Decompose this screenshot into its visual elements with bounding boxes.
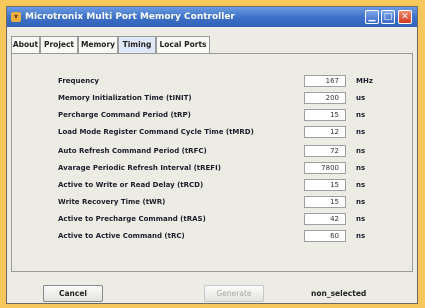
frequency-input[interactable]: 167 <box>304 75 346 87</box>
generate-button[interactable]: Generate <box>204 285 264 302</box>
field-label: Write Recovery Time (tWR) <box>58 198 166 206</box>
app-icon: ▾ <box>11 12 21 22</box>
tras-input[interactable]: 42 <box>304 213 346 225</box>
twr-input[interactable]: 15 <box>304 196 346 208</box>
field-label: Frequency <box>58 77 99 85</box>
minimize-button[interactable]: ▁ <box>365 10 379 24</box>
tab-timing[interactable]: Timing <box>118 36 156 54</box>
unit-label: ns <box>356 215 366 223</box>
tmrd-input[interactable]: 12 <box>304 126 346 138</box>
unit-label: ns <box>356 164 366 172</box>
tab-local-ports[interactable]: Local Ports <box>156 36 210 53</box>
unit-label: ns <box>356 128 366 136</box>
tab-memory[interactable]: Memory <box>78 36 118 53</box>
field-label: Percharge Command Period (tRP) <box>58 111 191 119</box>
field-label: Active to Write or Read Delay (tRCD) <box>58 181 204 189</box>
unit-label: ns <box>356 147 366 155</box>
trcd-input[interactable]: 15 <box>304 179 346 191</box>
field-label: Active to Active Command (tRC) <box>58 232 185 240</box>
field-label: Active to Precharge Command (tRAS) <box>58 215 206 223</box>
unit-label: ns <box>356 232 366 240</box>
unit-label: us <box>356 94 366 102</box>
unit-label: ns <box>356 198 366 206</box>
field-label: Auto Refresh Command Period (tRFC) <box>58 147 207 155</box>
field-label: Avarage Periodic Refresh Interval (tREFI… <box>58 164 221 172</box>
tab-about[interactable]: About <box>11 36 40 53</box>
timing-panel: Frequency 167 MHz Memory Initialization … <box>11 53 413 272</box>
tab-project[interactable]: Project <box>40 36 78 53</box>
unit-label: ns <box>356 181 366 189</box>
field-label: Load Mode Register Command Cycle Time (t… <box>58 128 254 136</box>
maximize-button[interactable]: □ <box>381 10 395 24</box>
main-window: ▾ Microtronix Multi Port Memory Controll… <box>6 6 418 304</box>
unit-label: ns <box>356 111 366 119</box>
trefi-input[interactable]: 7800 <box>304 162 346 174</box>
trc-input[interactable]: 60 <box>304 230 346 242</box>
close-button[interactable]: ✕ <box>398 10 412 24</box>
status-text: non_selected <box>311 289 367 298</box>
title-bar[interactable]: ▾ Microtronix Multi Port Memory Controll… <box>7 7 417 27</box>
tinit-input[interactable]: 200 <box>304 92 346 104</box>
trp-input[interactable]: 15 <box>304 109 346 121</box>
unit-label: MHz <box>356 77 373 85</box>
window-title: Microtronix Multi Port Memory Controller <box>25 12 235 22</box>
cancel-button[interactable]: Cancel <box>43 285 103 302</box>
trfc-input[interactable]: 72 <box>304 145 346 157</box>
field-label: Memory Initialization Time (tINIT) <box>58 94 192 102</box>
